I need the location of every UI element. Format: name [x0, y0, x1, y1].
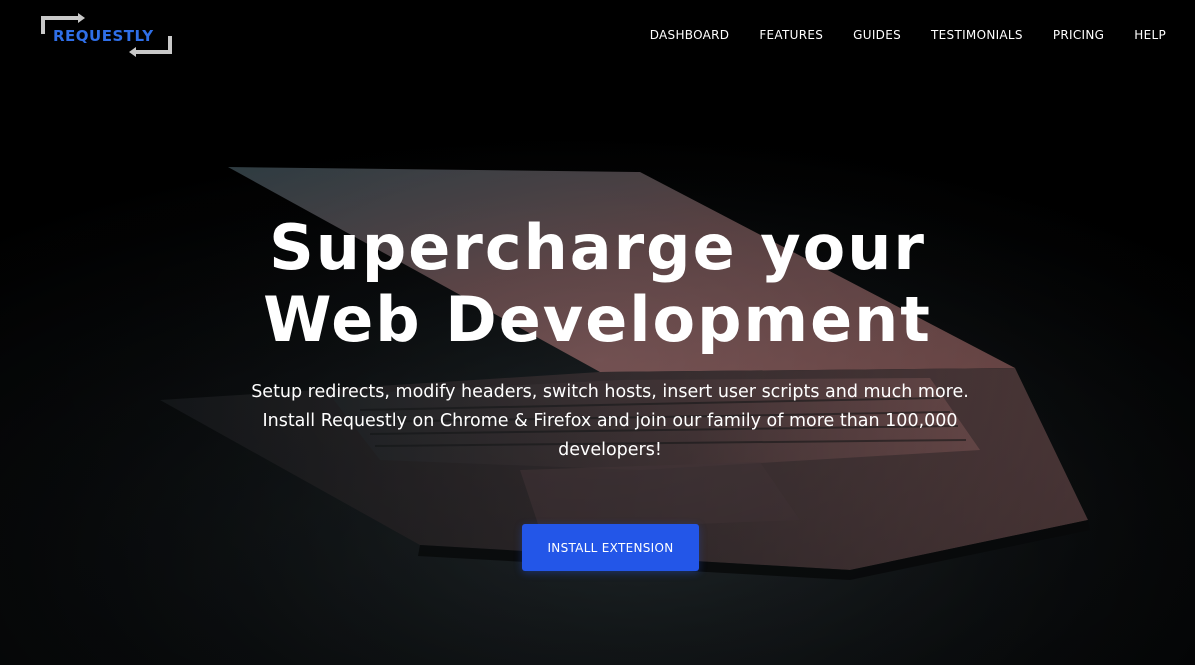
main-nav: DASHBOARD FEATURES GUIDES TESTIMONIALS P…: [650, 28, 1166, 42]
hero-subtext: Setup redirects, modify headers, switch …: [238, 378, 982, 465]
headline-line-1: Supercharge your: [269, 211, 926, 284]
nav-item-pricing[interactable]: PRICING: [1053, 28, 1104, 42]
logo-text: REQUESTLY: [53, 27, 154, 45]
requestly-logo[interactable]: REQUESTLY: [40, 12, 175, 60]
subtext-line-3: developers!: [558, 440, 662, 460]
subtext-line-2: Install Requestly on Chrome & Firefox an…: [262, 411, 958, 431]
nav-item-dashboard[interactable]: DASHBOARD: [650, 28, 730, 42]
hero-headline: Supercharge your Web Development: [0, 212, 1195, 356]
nav-item-help[interactable]: HELP: [1134, 28, 1166, 42]
nav-item-features[interactable]: FEATURES: [759, 28, 823, 42]
install-extension-button[interactable]: INSTALL EXTENSION: [522, 524, 699, 571]
nav-item-testimonials[interactable]: TESTIMONIALS: [931, 28, 1023, 42]
hero-section: REQUESTLY DASHBOARD FEATURES GUIDES TEST…: [0, 0, 1195, 665]
headline-line-2: Web Development: [263, 283, 932, 356]
nav-item-guides[interactable]: GUIDES: [853, 28, 901, 42]
subtext-line-1: Setup redirects, modify headers, switch …: [251, 382, 969, 402]
